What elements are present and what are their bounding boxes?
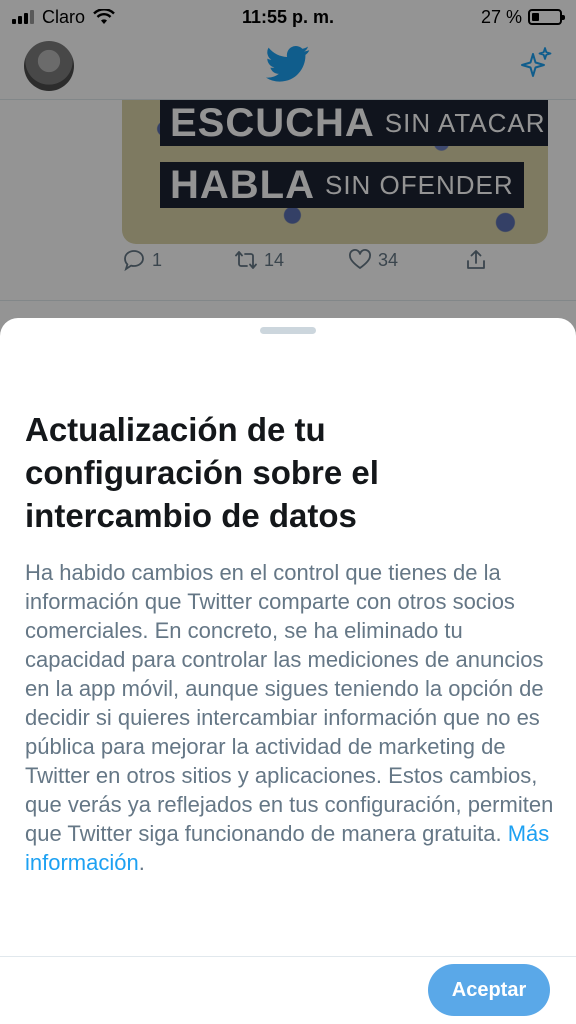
sheet-divider [0, 956, 576, 957]
data-sharing-sheet: Actualización de tu configuración sobre … [0, 318, 576, 1024]
sheet-body-text: Ha habido cambios en el control que tien… [25, 560, 554, 846]
sheet-grabber[interactable] [260, 327, 316, 334]
accept-button[interactable]: Aceptar [428, 964, 550, 1016]
sheet-body: Ha habido cambios en el control que tien… [25, 558, 555, 877]
sheet-body-period: . [138, 850, 145, 875]
sheet-title: Actualización de tu configuración sobre … [25, 411, 379, 534]
